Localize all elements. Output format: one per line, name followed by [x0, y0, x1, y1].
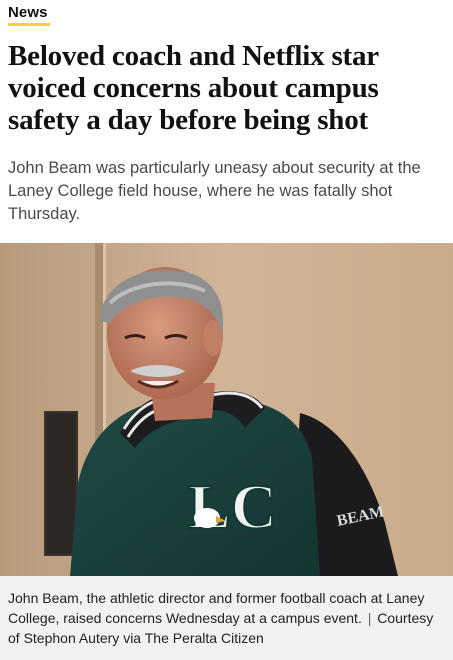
- photo-caption: John Beam, the athletic director and for…: [8, 588, 448, 648]
- photo-illustration: LC BEAM: [0, 243, 453, 576]
- caption-separator: |: [367, 610, 372, 626]
- caption-text: John Beam, the athletic director and for…: [8, 590, 425, 626]
- jacket-logo-letters: LC: [188, 471, 277, 542]
- article-dek: John Beam was particularly uneasy about …: [8, 159, 421, 223]
- article-photo[interactable]: LC BEAM: [0, 243, 453, 576]
- photo-caption-box: John Beam, the athletic director and for…: [0, 576, 453, 660]
- section-label-underline: [8, 23, 50, 26]
- section-label[interactable]: News: [8, 4, 48, 21]
- article-headline: Beloved coach and Netflix star voiced co…: [8, 40, 379, 136]
